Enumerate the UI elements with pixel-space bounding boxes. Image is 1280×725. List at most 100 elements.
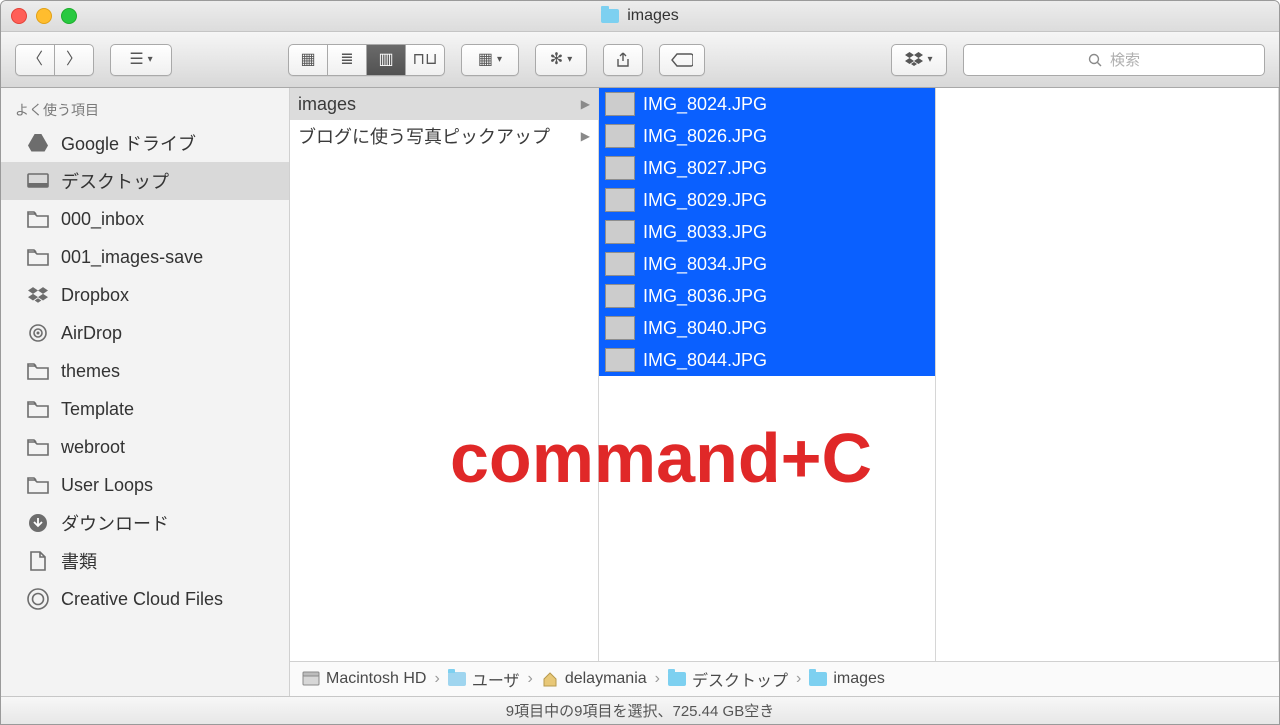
file-thumbnail-icon — [605, 220, 635, 244]
back-button[interactable]: 〈 — [15, 44, 54, 76]
path-label: ユーザ — [472, 667, 520, 691]
doc-icon — [27, 551, 49, 571]
path-item[interactable]: ユーザ — [448, 667, 520, 691]
arrange-dropdown[interactable]: ▦ ▾ — [461, 44, 519, 76]
sidebar-item-9[interactable]: User Loops — [1, 466, 289, 504]
file-row[interactable]: IMG_8036.JPG — [599, 280, 935, 312]
sidebar-item-4[interactable]: Dropbox — [1, 276, 289, 314]
titlebar: images — [1, 1, 1279, 32]
list-lines-icon: ≣ — [340, 52, 353, 68]
file-row[interactable]: IMG_8034.JPG — [599, 248, 935, 280]
toolbar: 〈 〉 ☰ ▾ ▦ ≣ ▥ ⊓⊔ ▦ ▾ ✻ ▾ — [1, 32, 1279, 88]
sidebar-item-11[interactable]: 書類 — [1, 542, 289, 580]
search-field[interactable]: 検索 — [963, 44, 1265, 76]
list-icon: ☰ — [129, 52, 143, 68]
path-label: デスクトップ — [692, 667, 788, 691]
file-row[interactable]: IMG_8024.JPG — [599, 88, 935, 120]
folder-icon — [27, 247, 49, 267]
list-style-dropdown[interactable]: ☰ ▾ — [110, 44, 172, 76]
file-name: IMG_8026.JPG — [643, 126, 767, 147]
file-row[interactable]: IMG_8040.JPG — [599, 312, 935, 344]
sidebar-item-label: AirDrop — [61, 323, 122, 344]
file-name: IMG_8044.JPG — [643, 350, 767, 371]
desktop-icon — [27, 171, 49, 191]
col1-row[interactable]: images ▶ — [290, 88, 598, 120]
traffic-lights — [11, 8, 77, 24]
home-icon — [541, 671, 559, 687]
grid-icon: ▦ — [300, 52, 315, 68]
file-thumbnail-icon — [605, 316, 635, 340]
sidebar-item-label: ダウンロード — [61, 510, 169, 536]
view-mode-segment: ▦ ≣ ▥ ⊓⊔ — [288, 44, 445, 76]
tags-button[interactable] — [659, 44, 705, 76]
window-body: よく使う項目 Google ドライブデスクトップ000_inbox001_ima… — [1, 88, 1279, 696]
chevron-left-icon: 〈 — [27, 52, 43, 68]
gear-icon: ✻ — [550, 52, 563, 68]
dropbox-toolbar-button[interactable]: ▾ — [891, 44, 947, 76]
view-list-button[interactable]: ≣ — [327, 44, 366, 76]
file-thumbnail-icon — [605, 156, 635, 180]
airdrop-icon — [27, 323, 49, 343]
coverflow-icon: ⊓⊔ — [413, 52, 438, 68]
path-item[interactable]: デスクトップ — [668, 667, 788, 691]
file-row[interactable]: IMG_8044.JPG — [599, 344, 935, 376]
sidebar-item-3[interactable]: 001_images-save — [1, 238, 289, 276]
view-columns-button[interactable]: ▥ — [366, 44, 405, 76]
download-icon — [27, 513, 49, 533]
sidebar-item-label: 001_images-save — [61, 247, 203, 268]
file-row[interactable]: IMG_8026.JPG — [599, 120, 935, 152]
path-item[interactable]: delaymania — [541, 670, 647, 688]
gdrive-icon — [27, 133, 49, 153]
path-bar: Macintosh HD›ユーザ›delaymania›デスクトップ›image… — [290, 661, 1279, 696]
column-1[interactable]: images ▶ ブログに使う写真ピックアップ▶ — [290, 88, 599, 661]
column-2[interactable]: IMG_8024.JPG IMG_8026.JPG IMG_8027.JPG IMG_… — [599, 88, 936, 661]
sidebar-item-1[interactable]: デスクトップ — [1, 162, 289, 200]
file-name: IMG_8034.JPG — [643, 254, 767, 275]
sidebar-item-8[interactable]: webroot — [1, 428, 289, 466]
file-name: IMG_8040.JPG — [643, 318, 767, 339]
nav-buttons: 〈 〉 — [15, 44, 94, 76]
path-separator-icon: › — [434, 670, 439, 688]
sidebar-item-5[interactable]: AirDrop — [1, 314, 289, 352]
file-name: IMG_8029.JPG — [643, 190, 767, 211]
view-coverflow-button[interactable]: ⊓⊔ — [405, 44, 445, 76]
desktop-icon — [668, 671, 686, 687]
action-dropdown[interactable]: ✻ ▾ — [535, 44, 587, 76]
folder-icon — [27, 437, 49, 457]
sidebar: よく使う項目 Google ドライブデスクトップ000_inbox001_ima… — [1, 88, 290, 696]
share-button[interactable] — [603, 44, 643, 76]
sidebar-item-12[interactable]: Creative Cloud Files — [1, 580, 289, 618]
window-title: images — [601, 7, 679, 25]
sidebar-item-label: デスクトップ — [61, 168, 169, 194]
file-row[interactable]: IMG_8027.JPG — [599, 152, 935, 184]
close-window-button[interactable] — [11, 8, 27, 24]
file-row[interactable]: IMG_8029.JPG — [599, 184, 935, 216]
sidebar-item-7[interactable]: Template — [1, 390, 289, 428]
minimize-window-button[interactable] — [36, 8, 52, 24]
row-label: ブログに使う写真ピックアップ — [298, 123, 550, 149]
file-thumbnail-icon — [605, 252, 635, 276]
zoom-window-button[interactable] — [61, 8, 77, 24]
sidebar-item-label: 書類 — [61, 548, 97, 574]
path-label: Macintosh HD — [326, 670, 426, 688]
col1-row[interactable]: ブログに使う写真ピックアップ▶ — [290, 120, 598, 152]
folder-icon — [809, 671, 827, 687]
chevron-right-icon: ▶ — [581, 97, 590, 111]
folder-icon — [601, 9, 619, 23]
path-item[interactable]: Macintosh HD — [302, 670, 426, 688]
sidebar-item-label: themes — [61, 361, 120, 382]
finder-window: images 〈 〉 ☰ ▾ ▦ ≣ ▥ ⊓⊔ ▦ ▾ ✻ ▾ — [0, 0, 1280, 725]
file-row[interactable]: IMG_8033.JPG — [599, 216, 935, 248]
path-separator-icon: › — [528, 670, 533, 688]
path-item[interactable]: images — [809, 670, 885, 688]
chevron-down-icon: ▾ — [148, 55, 153, 65]
sidebar-item-0[interactable]: Google ドライブ — [1, 124, 289, 162]
view-icons-button[interactable]: ▦ — [288, 44, 327, 76]
sidebar-item-10[interactable]: ダウンロード — [1, 504, 289, 542]
forward-button[interactable]: 〉 — [54, 44, 94, 76]
sidebar-item-2[interactable]: 000_inbox — [1, 200, 289, 238]
sidebar-item-6[interactable]: themes — [1, 352, 289, 390]
row-label: images — [298, 94, 356, 115]
dropbox-icon — [27, 285, 49, 305]
content-area: images▶ブログに使う写真ピックアップ▶ IMG_8024.JPGIMG_8… — [290, 88, 1279, 696]
